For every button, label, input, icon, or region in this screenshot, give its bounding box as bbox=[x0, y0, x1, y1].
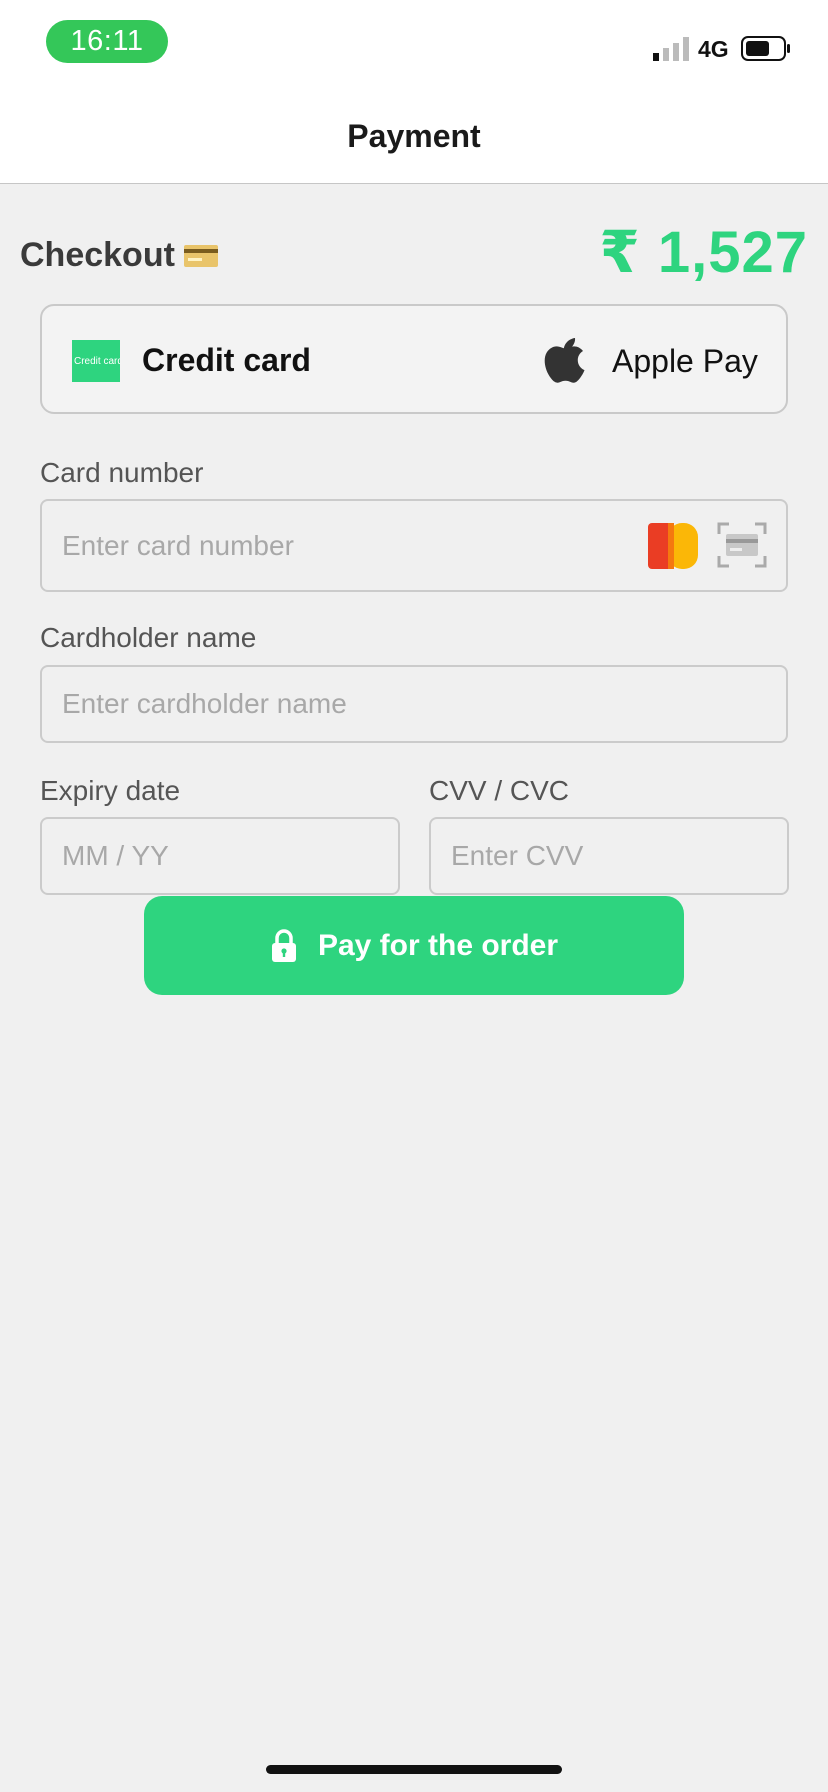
cardholder-name-input[interactable] bbox=[42, 667, 786, 741]
expiry-date-field bbox=[40, 817, 400, 895]
expiry-date-label: Expiry date bbox=[40, 775, 181, 806]
cardholder-name-label: Cardholder name bbox=[40, 622, 257, 653]
cvv-input[interactable] bbox=[431, 819, 787, 893]
card-number-label: Card number bbox=[40, 457, 204, 488]
network-type: 4G bbox=[698, 36, 729, 62]
card-scan-icon[interactable] bbox=[717, 522, 767, 568]
pay-button-label: Pay for the order bbox=[317, 928, 559, 962]
order-total: ₹ 1,527 bbox=[599, 220, 808, 285]
apple-pay-option[interactable]: Apple Pay bbox=[612, 343, 758, 380]
checkout-heading: Checkout bbox=[20, 236, 175, 274]
expiry-date-input[interactable] bbox=[42, 819, 398, 893]
lock-icon bbox=[271, 928, 296, 962]
credit-card-option[interactable]: Credit card bbox=[142, 342, 311, 379]
cvv-field bbox=[429, 817, 789, 895]
credit-card-icon bbox=[184, 245, 218, 267]
page-title: Payment bbox=[347, 118, 481, 154]
home-indicator[interactable] bbox=[266, 1765, 562, 1774]
apple-icon[interactable] bbox=[542, 334, 592, 384]
credit-card-thumbnail[interactable]: Credit card bbox=[72, 340, 120, 382]
pay-for-order-button[interactable]: Pay for the order bbox=[144, 896, 684, 995]
top-bar: 16:11 4G Payment bbox=[0, 0, 828, 184]
cardholder-name-field bbox=[40, 665, 788, 743]
cvv-label: CVV / CVC bbox=[429, 775, 570, 806]
signal-icon bbox=[653, 37, 689, 61]
payment-method-selector: Credit card Credit card Apple Pay bbox=[40, 304, 788, 414]
status-time: 16:11 bbox=[46, 20, 168, 63]
mastercard-icon bbox=[648, 523, 698, 569]
battery-icon bbox=[741, 36, 790, 61]
